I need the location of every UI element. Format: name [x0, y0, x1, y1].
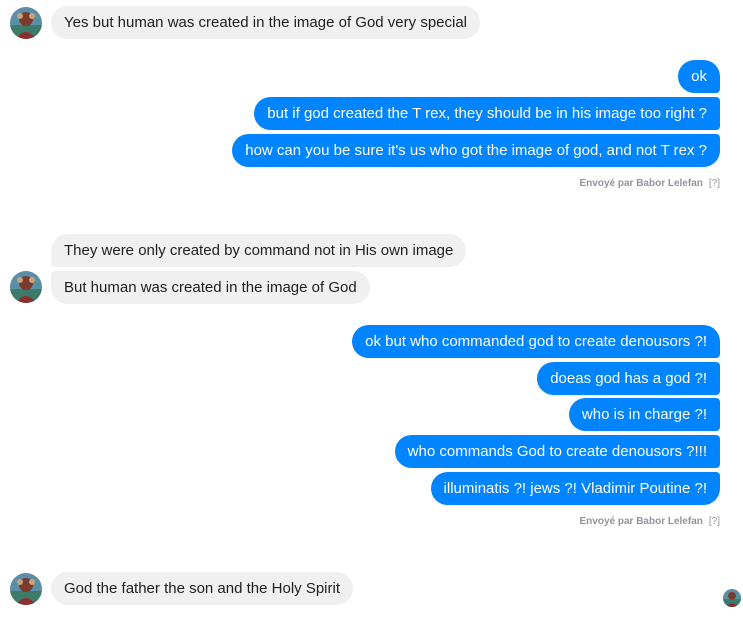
contact-avatar[interactable] [10, 7, 42, 39]
incoming-message: God the father the son and the Holy Spir… [51, 572, 353, 605]
outgoing-message: how can you be sure it's us who got the … [232, 134, 720, 167]
incoming-message: But human was created in the image of Go… [51, 271, 370, 304]
outgoing-message: but if god created the T rex, they shoul… [254, 97, 720, 130]
contact-avatar[interactable] [10, 271, 42, 303]
incoming-message: Yes but human was created in the image o… [51, 6, 481, 39]
sent-by-label: Envoyé par Babor Lelefan [?] [580, 516, 721, 527]
user-avatar-photo-icon [723, 589, 741, 607]
outgoing-message: who is in charge ?! [568, 398, 720, 431]
user-avatar-photo-icon [10, 7, 42, 39]
sent-by-help-link[interactable]: [?] [709, 516, 720, 527]
user-avatar-photo-icon [10, 573, 42, 605]
sent-by-label: Envoyé par Babor Lelefan [?] [580, 178, 721, 189]
sent-by-text: Envoyé par Babor Lelefan [579, 178, 703, 189]
sent-by-text: Envoyé par Babor Lelefan [579, 516, 703, 527]
outgoing-message: who commands God to create denousors ?!!… [394, 435, 720, 468]
incoming-message: They were only created by command not in… [51, 234, 467, 267]
outgoing-message: doeas god has a god ?! [537, 362, 720, 395]
contact-avatar[interactable] [10, 573, 42, 605]
user-avatar-photo-icon [10, 271, 42, 303]
outgoing-message: illuminatis ?! jews ?! Vladimir Poutine … [430, 472, 720, 505]
outgoing-message: ok [678, 60, 720, 93]
read-receipt-avatar [723, 589, 741, 607]
outgoing-message: ok but who commanded god to create denou… [352, 325, 720, 358]
sent-by-help-link[interactable]: [?] [709, 178, 720, 189]
